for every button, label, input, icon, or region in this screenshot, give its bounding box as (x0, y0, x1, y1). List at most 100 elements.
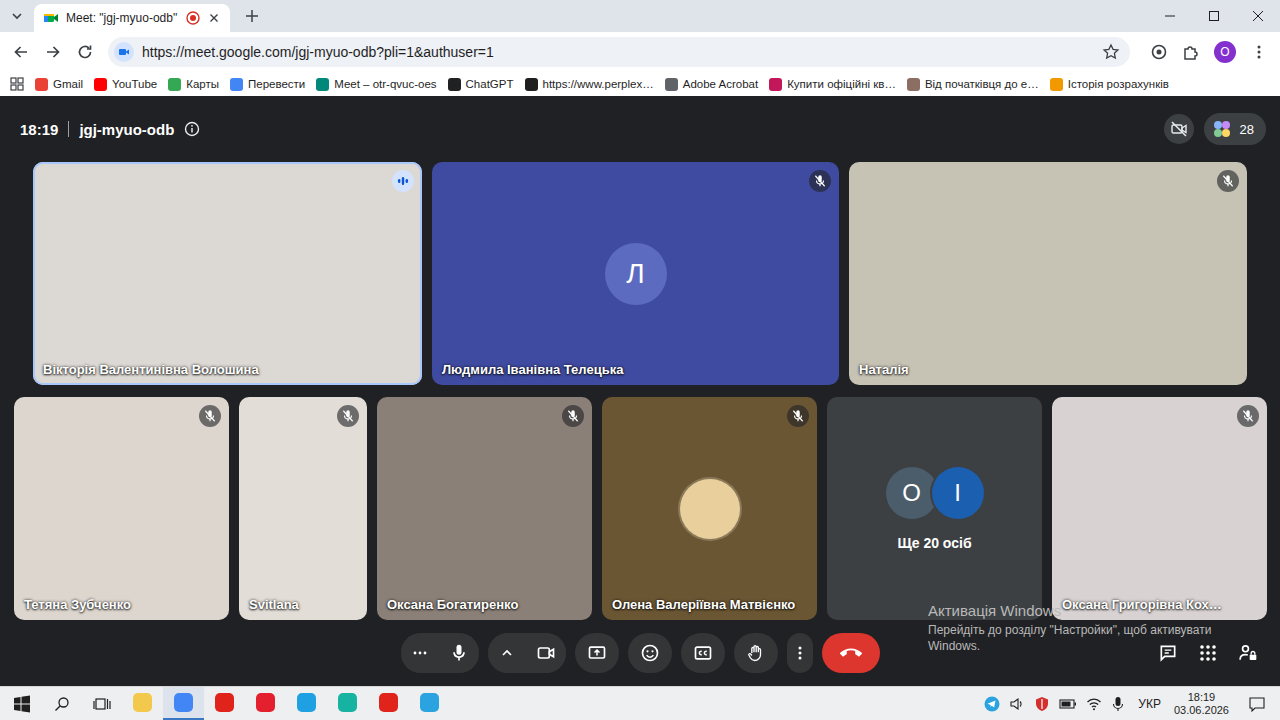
taskbar-app[interactable] (122, 687, 163, 720)
wifi-icon[interactable] (1086, 696, 1102, 712)
audio-level-icon (396, 174, 410, 188)
bookmark[interactable]: YouTube (94, 78, 157, 91)
taskbar-app[interactable] (245, 687, 286, 720)
app-icon (379, 693, 398, 712)
bookmark-star-icon[interactable] (1102, 43, 1120, 61)
bookmark-favicon-icon (665, 78, 678, 91)
lens-icon[interactable] (1150, 43, 1168, 61)
meeting-header: 18:19jgj-myuo-odb28 (0, 96, 1280, 162)
host-controls-button[interactable] (1232, 637, 1264, 669)
camera-off-icon (1170, 120, 1188, 138)
activities-button[interactable] (1192, 637, 1224, 669)
site-info-icon[interactable] (114, 42, 134, 62)
maximize-icon[interactable] (1208, 10, 1220, 22)
minimize-icon[interactable] (1164, 10, 1176, 22)
back-icon[interactable] (12, 43, 30, 61)
audio-options-button[interactable] (401, 633, 440, 673)
bookmark[interactable]: Історія розрахунків (1050, 78, 1169, 91)
taskbar-app[interactable] (327, 687, 368, 720)
security-shield-icon[interactable] (1034, 696, 1050, 712)
camera-button[interactable] (527, 633, 566, 673)
bookmark[interactable]: https://www.perplex… (525, 78, 654, 91)
browser-toolbar: https://meet.google.com/jgj-myuo-odb?pli… (0, 32, 1280, 72)
meeting-info-icon[interactable] (184, 121, 200, 137)
muted-badge (1237, 405, 1259, 427)
microphone-button[interactable] (440, 633, 479, 673)
meeting-time: 18:19 (20, 121, 58, 138)
bookmark[interactable]: Карты (168, 78, 219, 91)
video-options-button[interactable] (488, 633, 527, 673)
bookmark[interactable]: Gmail (35, 78, 83, 91)
participant-tile[interactable]: Оксана Богатиренко (377, 397, 592, 620)
taskbar-app[interactable] (409, 687, 450, 720)
participant-tile[interactable]: Олена Валеріївна Матвієнко (602, 397, 817, 620)
participant-tile[interactable]: Вікторія Валентинівна Волошина (33, 162, 422, 385)
more-label: Ще 20 осіб (897, 535, 971, 551)
new-tab-icon[interactable] (245, 9, 259, 23)
address-bar[interactable]: https://meet.google.com/jgj-myuo-odb?pli… (108, 37, 1130, 67)
close-tab-icon[interactable] (207, 11, 221, 25)
mic-off-icon (341, 409, 355, 423)
task-view-button[interactable] (82, 687, 122, 720)
bookmark[interactable]: Від початківця до е… (907, 78, 1039, 91)
participant-tile[interactable]: Svitlana (239, 397, 367, 620)
search-icon (54, 696, 70, 712)
clock[interactable]: 18:1903.06.2026 (1174, 691, 1229, 717)
telegram-tray-icon[interactable] (984, 696, 1000, 712)
menu-icon[interactable] (1250, 43, 1268, 61)
forward-icon[interactable] (44, 43, 62, 61)
more-participants-tile[interactable]: OIЩе 20 осіб (827, 397, 1042, 620)
microphone-tray-icon[interactable] (1111, 696, 1125, 712)
meet-stage: 18:19jgj-myuo-odb28Вікторія Валентинівна… (0, 96, 1280, 686)
taskbar-app[interactable] (286, 687, 327, 720)
start-button[interactable] (2, 687, 42, 720)
captions-button[interactable] (681, 633, 725, 673)
raise-hand-button[interactable] (734, 633, 778, 673)
muted-badge (787, 405, 809, 427)
bookmark-favicon-icon (230, 78, 243, 91)
participant-tile[interactable]: ЛЛюдмила Іванівна Телецька (432, 162, 839, 385)
reload-icon[interactable] (76, 43, 94, 61)
bookmark[interactable]: Перевести (230, 78, 305, 91)
extensions-icon[interactable] (1182, 43, 1200, 61)
bookmark-favicon-icon (168, 78, 181, 91)
participants-count: 28 (1240, 122, 1254, 137)
participant-avatar: O (886, 467, 938, 519)
mic-off-icon (203, 409, 217, 423)
taskbar-app[interactable] (204, 687, 245, 720)
participant-tile[interactable]: Тетяна Зубченко (14, 397, 229, 620)
bookmark[interactable]: ChatGPT (448, 78, 514, 91)
leave-call-button[interactable] (822, 633, 880, 673)
camera-status-button[interactable] (1164, 114, 1194, 144)
bookmark[interactable]: Купити офіційні кв… (769, 78, 896, 91)
bookmarks-bar: Gmail YouTube Карты Перевести Meet – otr-qvu… (0, 72, 1280, 96)
close-window-icon[interactable] (1252, 10, 1264, 22)
profile-avatar[interactable]: O (1214, 41, 1236, 63)
present-button[interactable] (575, 633, 619, 673)
browser-tab[interactable]: Meet: "jgj-myuo-odb" (34, 4, 230, 32)
app-icon (338, 693, 357, 712)
more-vertical-icon (791, 644, 809, 662)
participant-tile[interactable]: Наталія (849, 162, 1247, 385)
apps-grid-icon[interactable] (10, 77, 24, 91)
bookmark[interactable]: Meet – otr-qvuc-oes (316, 78, 436, 91)
people-button[interactable]: 28 (1204, 113, 1266, 145)
tab-search-icon[interactable] (9, 8, 25, 24)
app-icon (297, 693, 316, 712)
muted-badge (1217, 170, 1239, 192)
taskbar-app[interactable] (368, 687, 409, 720)
more-options-button[interactable] (787, 633, 813, 673)
chat-button[interactable] (1152, 637, 1184, 669)
taskbar-app[interactable] (163, 687, 204, 720)
battery-icon[interactable] (1059, 696, 1077, 712)
notifications-icon[interactable] (1248, 695, 1266, 713)
search-button[interactable] (42, 687, 82, 720)
activities-grid-icon (1198, 643, 1218, 663)
input-language[interactable]: УКР (1138, 697, 1161, 711)
video-controls (488, 633, 566, 673)
speaker-icon[interactable] (1009, 696, 1025, 712)
bookmark[interactable]: Adobe Acrobat (665, 78, 758, 91)
app-icon (420, 693, 439, 712)
reactions-button[interactable] (628, 633, 672, 673)
participant-tile[interactable]: Оксана Григорівна Кох… (1052, 397, 1267, 620)
